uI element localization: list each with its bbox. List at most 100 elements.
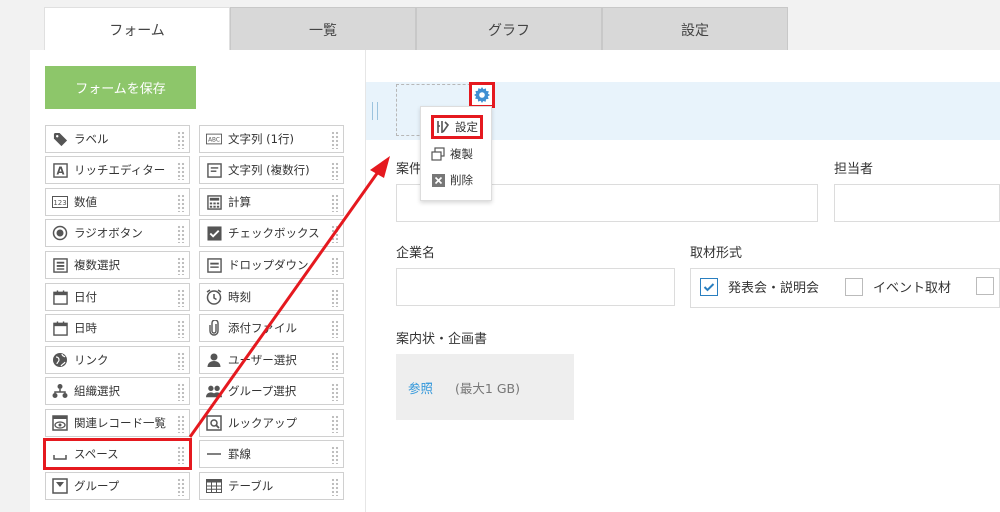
checkbox-checked-icon[interactable] — [700, 277, 718, 296]
tag-icon — [52, 131, 68, 147]
drag-grip-icon[interactable] — [331, 383, 339, 401]
format-option-event[interactable]: イベント取材 — [845, 277, 951, 296]
drag-grip-icon[interactable] — [177, 446, 185, 464]
palette-field-multi-select[interactable]: 複数選択 — [45, 251, 190, 279]
drag-grip-icon[interactable] — [177, 478, 185, 496]
checkbox-icon — [206, 225, 222, 241]
field-label-assignee: 担当者 — [834, 162, 874, 177]
palette-field-datetime[interactable]: 日時 — [45, 314, 190, 342]
field-settings-gear-icon[interactable] — [469, 82, 495, 108]
field-label: リッチエディター — [74, 163, 166, 177]
field-label: 時刻 — [228, 290, 251, 304]
format-option-presentation[interactable]: 発表会・説明会 — [700, 277, 819, 296]
palette-field-rich-editor[interactable]: A リッチエディター — [45, 156, 190, 184]
number-icon: 123 — [52, 194, 68, 210]
palette-field-line[interactable]: 罫線 — [199, 440, 344, 468]
menu-item-label: 複製 — [450, 147, 473, 161]
palette-field-time[interactable]: 時刻 — [199, 283, 344, 311]
drag-grip-icon[interactable] — [331, 225, 339, 243]
drag-grip-icon[interactable] — [177, 225, 185, 243]
drag-grip-icon[interactable] — [177, 320, 185, 338]
checkbox-unchecked-icon[interactable] — [845, 277, 863, 296]
field-label: ドロップダウン — [228, 258, 309, 272]
palette-field-multi-line[interactable]: 文字列 (複数行) — [199, 156, 344, 184]
field-label: ルックアップ — [228, 416, 297, 430]
field-context-menu: 設定 複製 削除 — [420, 106, 492, 201]
palette-field-group[interactable]: グループ — [45, 472, 190, 500]
save-form-button[interactable]: フォームを保存 — [45, 66, 196, 109]
drag-grip-icon[interactable] — [331, 289, 339, 307]
assignee-input[interactable] — [834, 184, 1000, 222]
field-label: 日付 — [74, 290, 97, 304]
palette-field-related-records[interactable]: 関連レコード一覧 — [45, 409, 190, 437]
calendar-icon — [52, 289, 68, 305]
drag-grip-icon[interactable] — [177, 131, 185, 149]
tab-form[interactable]: フォーム — [44, 7, 230, 51]
multi-select-icon — [52, 257, 68, 273]
globe-icon — [52, 352, 68, 368]
drag-grip-icon[interactable] — [177, 415, 185, 433]
drag-grip-icon[interactable] — [331, 194, 339, 212]
drag-grip-icon[interactable] — [331, 131, 339, 149]
drag-grip-icon[interactable] — [177, 162, 185, 180]
field-label: 関連レコード一覧 — [74, 416, 166, 430]
rich-editor-icon: A — [52, 162, 68, 178]
menu-item-label: 設定 — [455, 120, 478, 134]
field-label: 計算 — [228, 195, 251, 209]
row-drag-handle[interactable] — [372, 102, 378, 120]
palette-field-single-line[interactable]: ABC 文字列 (1行) — [199, 125, 344, 153]
drag-grip-icon[interactable] — [177, 289, 185, 307]
drag-grip-icon[interactable] — [177, 383, 185, 401]
tab-settings[interactable]: 設定 — [602, 7, 788, 51]
palette-field-number[interactable]: 123 数値 — [45, 188, 190, 216]
field-label: 添付ファイル — [228, 321, 297, 335]
palette-field-calc[interactable]: 計算 — [199, 188, 344, 216]
drag-grip-icon[interactable] — [331, 446, 339, 464]
checkbox-unchecked-icon[interactable] — [976, 277, 994, 295]
field-label: テーブル — [228, 479, 274, 493]
menu-item-duplicate[interactable]: 複製 — [431, 142, 473, 166]
palette-field-radio[interactable]: ラジオボタン — [45, 219, 190, 247]
field-label: 数値 — [74, 195, 97, 209]
drag-grip-icon[interactable] — [331, 478, 339, 496]
duplicate-icon — [431, 147, 445, 161]
tab-list[interactable]: 一覧 — [230, 7, 416, 51]
drag-grip-icon[interactable] — [331, 415, 339, 433]
palette-field-date[interactable]: 日付 — [45, 283, 190, 311]
settings-icon — [436, 120, 450, 134]
file-upload-area: 参照 (最大1 GB) — [396, 354, 574, 420]
palette-field-attachment[interactable]: 添付ファイル — [199, 314, 344, 342]
drag-grip-icon[interactable] — [331, 320, 339, 338]
datetime-icon — [52, 320, 68, 336]
drag-grip-icon[interactable] — [331, 257, 339, 275]
field-label: 複数選択 — [74, 258, 120, 272]
field-label: グループ — [74, 479, 120, 493]
company-input[interactable] — [396, 268, 675, 306]
drag-grip-icon[interactable] — [177, 257, 185, 275]
form-canvas: 案件 担当者 企業名 取材形式 発表会・説明会 イベント取材 案内状・企画書 参… — [366, 66, 1000, 512]
palette-field-group-select[interactable]: グループ選択 — [199, 377, 344, 405]
menu-item-delete[interactable]: 削除 — [431, 168, 473, 192]
tab-graph[interactable]: グラフ — [416, 7, 602, 51]
palette-field-org[interactable]: 組織選択 — [45, 377, 190, 405]
palette-field-table[interactable]: テーブル — [199, 472, 344, 500]
palette-field-checkbox[interactable]: チェックボックス — [199, 219, 344, 247]
drag-grip-icon[interactable] — [177, 352, 185, 370]
form-editor-panel: フォームを保存 ラベル A リッチエディター 123 数値 ラジオボタン 複数選… — [30, 50, 1000, 512]
menu-item-settings[interactable]: 設定 — [431, 115, 483, 139]
drag-grip-icon[interactable] — [331, 162, 339, 180]
palette-field-link[interactable]: リンク — [45, 346, 190, 374]
option-label: イベント取材 — [873, 281, 952, 296]
format-option-cutoff[interactable] — [976, 277, 1000, 295]
palette-field-user-select[interactable]: ユーザー選択 — [199, 346, 344, 374]
browse-link[interactable]: 参照 — [408, 378, 433, 397]
palette-field-lookup[interactable]: ルックアップ — [199, 409, 344, 437]
palette-field-dropdown[interactable]: ドロップダウン — [199, 251, 344, 279]
drag-grip-icon[interactable] — [331, 352, 339, 370]
drag-grip-icon[interactable] — [177, 194, 185, 212]
calculator-icon — [206, 194, 222, 210]
palette-field-space[interactable]: スペース — [43, 438, 192, 470]
palette-field-label[interactable]: ラベル — [45, 125, 190, 153]
field-label-format: 取材形式 — [690, 246, 743, 261]
field-palette: フォームを保存 ラベル A リッチエディター 123 数値 ラジオボタン 複数選… — [30, 50, 365, 512]
